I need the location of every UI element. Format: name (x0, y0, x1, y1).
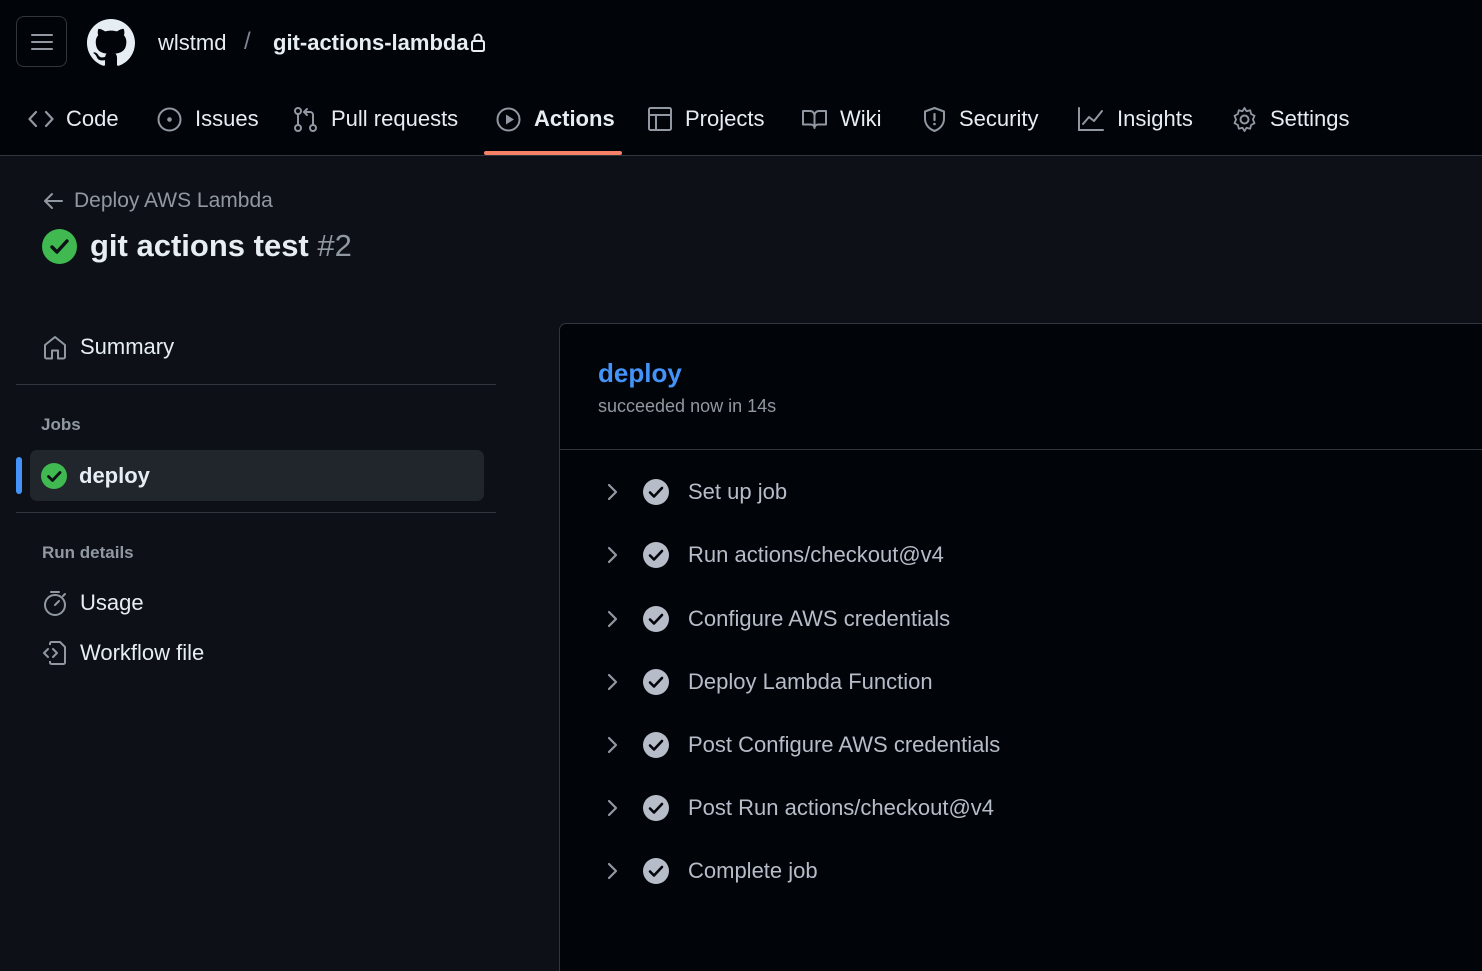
selected-job-indicator (16, 457, 22, 494)
summary-link[interactable]: Summary (42, 334, 174, 360)
job-panel: deploy succeeded now in 14s Set up job R… (559, 323, 1482, 971)
usage-label: Usage (80, 590, 144, 615)
step-row[interactable]: Deploy Lambda Function (600, 662, 933, 702)
github-logo-icon[interactable] (87, 19, 135, 67)
step-row[interactable]: Post Configure AWS credentials (600, 725, 1000, 765)
step-label: Deploy Lambda Function (688, 669, 933, 694)
jobs-heading: Jobs (41, 415, 81, 434)
chevron-right-icon (607, 736, 618, 754)
step-check-icon (643, 542, 669, 568)
run-title: git actions test #2 (42, 228, 352, 264)
tab-label: Pull requests (331, 106, 459, 131)
active-tab-indicator (484, 151, 622, 155)
table-icon (648, 107, 672, 131)
tab-projects[interactable]: Projects (647, 96, 764, 142)
menu-button[interactable] (16, 16, 67, 67)
step-check-icon (643, 732, 669, 758)
step-label: Complete job (688, 858, 818, 883)
workflow-file-link[interactable]: Workflow file (42, 640, 204, 666)
chevron-right-icon (607, 862, 618, 880)
step-row[interactable]: Run actions/checkout@v4 (600, 535, 944, 575)
lock-icon (471, 33, 485, 52)
step-label: Set up job (688, 479, 788, 504)
tab-label: Issues (195, 106, 259, 131)
chevron-right-icon (607, 483, 618, 501)
repo-name-link[interactable]: git-actions-lambda (273, 30, 469, 56)
tab-settings[interactable]: Settings (1231, 96, 1350, 142)
job-panel-header: deploy succeeded now in 14s (560, 324, 1482, 450)
step-check-icon (643, 669, 669, 695)
hamburger-icon (30, 33, 53, 50)
tab-label: Insights (1117, 106, 1193, 131)
tab-code[interactable]: Code (28, 96, 119, 142)
chevron-right-icon (607, 673, 618, 691)
tab-label: Security (959, 106, 1039, 131)
tab-pull-requests[interactable]: Pull requests (292, 96, 458, 142)
tab-wiki[interactable]: Wiki (801, 96, 882, 142)
step-check-icon (643, 479, 669, 505)
step-label: Post Configure AWS credentials (688, 732, 1001, 757)
sidebar-divider (16, 512, 496, 513)
tab-label: Settings (1270, 106, 1350, 131)
job-status-text: succeeded now in 14s (598, 396, 777, 416)
issue-icon (157, 107, 182, 131)
step-label: Run actions/checkout@v4 (688, 542, 944, 567)
chevron-right-icon (607, 799, 618, 817)
file-code-icon (43, 641, 66, 665)
workflow-file-label: Workflow file (80, 640, 205, 665)
tab-label: Projects (685, 106, 765, 131)
tab-security[interactable]: Security (922, 96, 1038, 142)
repo-nav-tabs: Code Issues Pull requests Actions Projec… (0, 96, 1482, 156)
tab-label: Actions (534, 106, 615, 131)
gear-icon (1233, 106, 1256, 132)
job-label: deploy (79, 462, 150, 488)
back-to-workflow-link[interactable]: Deploy AWS Lambda (42, 189, 273, 213)
sidebar-divider (16, 384, 496, 385)
graph-icon (1078, 107, 1104, 131)
step-row[interactable]: Complete job (600, 851, 818, 891)
usage-link[interactable]: Usage (42, 589, 144, 617)
stopwatch-icon (44, 591, 66, 616)
shield-icon (924, 106, 945, 132)
step-row[interactable]: Set up job (600, 472, 787, 512)
sidebar-job-deploy[interactable]: deploy (30, 450, 484, 501)
step-label: Post Run actions/checkout@v4 (688, 795, 995, 820)
pull-request-icon (294, 106, 317, 132)
step-check-icon (643, 795, 669, 821)
book-icon (802, 110, 827, 129)
tab-issues[interactable]: Issues (156, 96, 259, 142)
run-name: git actions test (90, 228, 309, 263)
step-check-icon (643, 606, 669, 632)
step-row[interactable]: Post Run actions/checkout@v4 (600, 788, 994, 828)
step-check-icon (643, 858, 669, 884)
chevron-right-icon (607, 546, 618, 564)
job-name-link[interactable]: deploy (598, 358, 682, 389)
code-icon (28, 110, 54, 128)
step-label: Configure AWS credentials (688, 606, 951, 631)
tab-label: Code (66, 106, 119, 131)
workflow-name: Deploy AWS Lambda (74, 189, 273, 212)
home-icon (44, 336, 66, 360)
tab-actions[interactable]: Actions (495, 96, 615, 142)
tab-insights[interactable]: Insights (1077, 96, 1193, 142)
chevron-right-icon (607, 610, 618, 628)
breadcrumb-separator: / (244, 28, 251, 55)
arrow-left-icon (44, 193, 63, 209)
run-number: #2 (317, 228, 352, 263)
success-check-icon (41, 462, 67, 489)
summary-label: Summary (80, 334, 175, 359)
run-details-heading: Run details (42, 543, 134, 562)
repo-owner-link[interactable]: wlstmd (158, 30, 226, 56)
tab-label: Wiki (840, 106, 882, 131)
play-icon (496, 107, 521, 131)
step-row[interactable]: Configure AWS credentials (600, 599, 950, 639)
top-header: wlstmd / git-actions-lambda Code Issues … (0, 0, 1482, 156)
success-check-icon (42, 228, 77, 264)
